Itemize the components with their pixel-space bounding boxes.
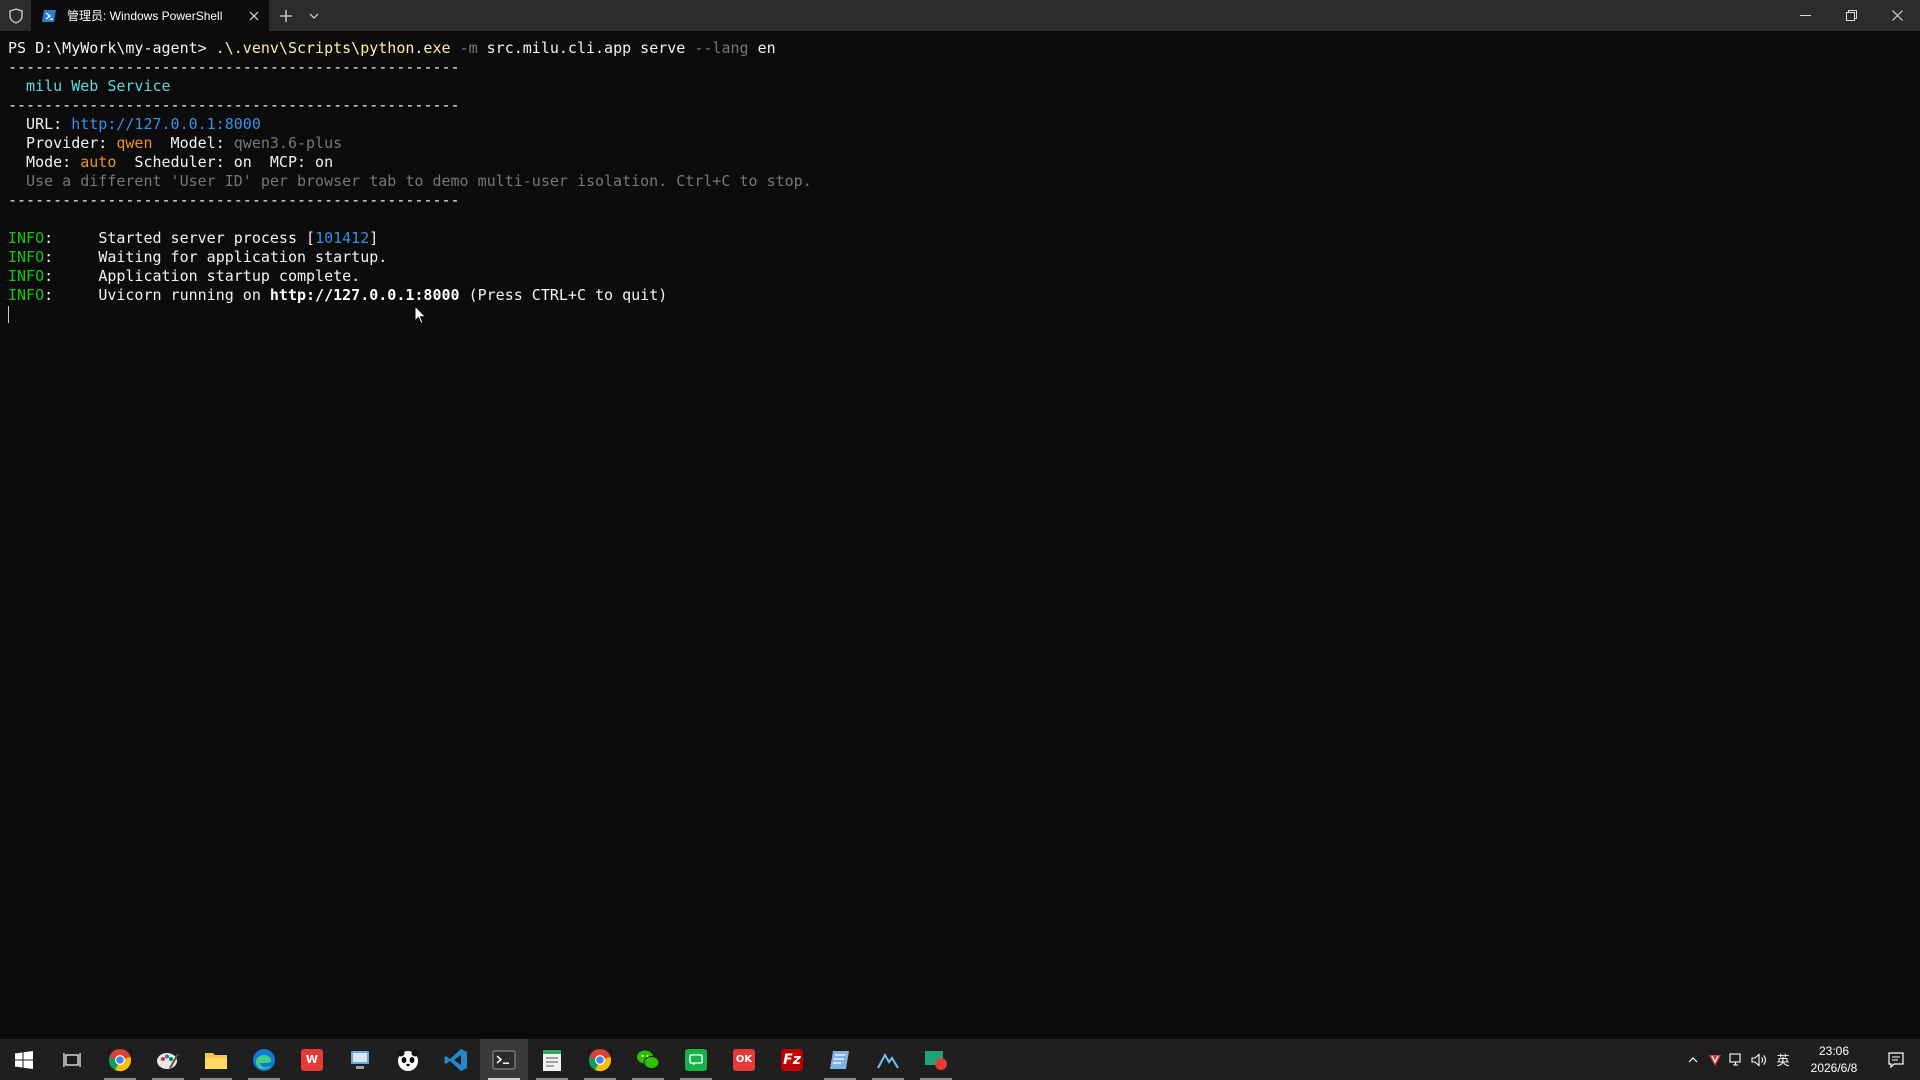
chrome-icon[interactable] — [96, 1039, 144, 1080]
log-message-end: ] — [369, 229, 379, 247]
network-icon[interactable] — [1726, 1039, 1748, 1080]
clock-time: 23:06 — [1818, 1043, 1850, 1058]
prompt: PS D:\MyWork\my-agent> — [8, 39, 216, 57]
system-tray: 英 23:06 2026/6/8 — [1682, 1039, 1920, 1080]
edge-icon[interactable] — [240, 1039, 288, 1080]
provider-label: Provider: — [8, 134, 117, 152]
log-level: INFO — [8, 229, 45, 247]
process-id: 101412 — [315, 229, 370, 247]
separator-rule: ----------------------------------------… — [8, 58, 460, 76]
input-line[interactable] — [8, 305, 1920, 324]
notification-center-icon[interactable] — [1872, 1039, 1920, 1080]
tab-dropdown-chevron-icon[interactable] — [303, 0, 325, 31]
ok-app-icon[interactable]: OK — [720, 1039, 768, 1080]
model-label: Model: — [152, 134, 234, 152]
url-label: URL: — [8, 115, 72, 133]
log-level: INFO — [8, 248, 45, 266]
command-args: src.milu.cli.app serve — [486, 39, 695, 57]
hint-line: Use a different 'User ID' per browser ta… — [8, 172, 812, 190]
terminal-output[interactable]: PS D:\MyWork\my-agent> .\.venv\Scripts\p… — [0, 31, 1920, 1039]
log-separator: : — [44, 286, 99, 304]
url-value[interactable]: http://127.0.0.1:8000 — [71, 115, 261, 133]
vscode-icon[interactable] — [432, 1039, 480, 1080]
wechat-icon[interactable] — [624, 1039, 672, 1080]
separator-rule: ----------------------------------------… — [8, 96, 460, 114]
notes-app-icon[interactable] — [816, 1039, 864, 1080]
clock-date: 2026/6/8 — [1810, 1060, 1858, 1075]
command-lang-flag: --lang — [694, 39, 749, 57]
file-explorer-icon[interactable] — [192, 1039, 240, 1080]
log-line: INFO: Uvicorn running on http://127.0.0.… — [8, 286, 1920, 305]
new-tab-button[interactable] — [269, 0, 303, 31]
tab-title: 管理员: Windows PowerShell — [67, 9, 223, 23]
log-separator: : — [44, 229, 99, 247]
title-bar: 管理员: Windows PowerShell — [0, 0, 1920, 31]
log-level: INFO — [8, 286, 45, 304]
close-window-button[interactable] — [1874, 0, 1920, 31]
log-level: INFO — [8, 267, 45, 285]
clock[interactable]: 23:06 2026/6/8 — [1796, 1043, 1872, 1077]
command-flag: -m — [450, 39, 487, 57]
mode-line: Mode: auto Scheduler: on MCP: on — [8, 153, 1920, 172]
model-value: qwen3.6-plus — [233, 134, 343, 152]
log-message: Uvicorn running on — [98, 286, 270, 304]
close-tab-icon[interactable] — [241, 3, 267, 29]
service-title: milu Web Service — [8, 77, 171, 95]
url-line: URL: http://127.0.0.1:8000 — [8, 115, 1920, 134]
admin-shield-icon — [0, 0, 31, 31]
show-hidden-icons-chevron-icon[interactable] — [1682, 1039, 1704, 1080]
log-separator: : — [44, 267, 99, 285]
notepad-icon[interactable] — [528, 1039, 576, 1080]
mouse-pointer-icon — [414, 304, 428, 330]
wps-icon[interactable]: W — [288, 1039, 336, 1080]
title-bar-drag-area[interactable] — [325, 0, 1782, 31]
task-view-icon[interactable] — [48, 1039, 96, 1080]
tab-powershell[interactable]: 管理员: Windows PowerShell — [31, 0, 269, 31]
command-line: PS D:\MyWork\my-agent> .\.venv\Scripts\p… — [8, 39, 1920, 58]
tool-app-icon[interactable] — [864, 1039, 912, 1080]
log-message-end: (Press CTRL+C to quit) — [459, 286, 668, 304]
provider-value: qwen — [116, 134, 153, 152]
log-message: Application startup complete. — [98, 267, 361, 285]
start-icon[interactable] — [0, 1039, 48, 1080]
volume-icon[interactable] — [1748, 1039, 1770, 1080]
restore-button[interactable] — [1828, 0, 1874, 31]
filezilla-icon[interactable]: Fz — [768, 1039, 816, 1080]
uvicorn-url[interactable]: http://127.0.0.1:8000 — [270, 286, 460, 304]
command-executable: .\.venv\Scripts\python.exe — [215, 39, 451, 57]
provider-line: Provider: qwen Model: qwen3.6-plus — [8, 134, 1920, 153]
scheduler-mcp-status: Scheduler: on MCP: on — [116, 153, 334, 171]
terminal-icon[interactable] — [480, 1039, 528, 1080]
command-lang-value: en — [748, 39, 776, 57]
recorder-icon[interactable] — [912, 1039, 960, 1080]
mode-label: Mode: — [8, 153, 81, 171]
minimize-button[interactable] — [1782, 0, 1828, 31]
ime-indicator[interactable]: 英 — [1770, 1039, 1796, 1080]
chrome-icon[interactable] — [576, 1039, 624, 1080]
network-app-icon[interactable] — [336, 1039, 384, 1080]
log-line: INFO: Application startup complete. — [8, 267, 1920, 286]
separator-rule: ----------------------------------------… — [8, 191, 460, 209]
paint-icon[interactable] — [144, 1039, 192, 1080]
log-line: INFO: Started server process [101412] — [8, 229, 1920, 248]
taskbar: W OK Fz 英 23:06 2026/6/8 — [0, 1039, 1920, 1080]
powershell-icon — [41, 8, 57, 24]
log-message: Waiting for application startup. — [98, 248, 388, 266]
messaging-icon[interactable] — [672, 1039, 720, 1080]
log-line: INFO: Waiting for application startup. — [8, 248, 1920, 267]
panda-app-icon[interactable] — [384, 1039, 432, 1080]
mode-value: auto — [80, 153, 117, 171]
log-message: Started server process [ — [98, 229, 316, 247]
security-tray-icon[interactable] — [1704, 1039, 1726, 1080]
text-cursor — [8, 306, 9, 323]
log-separator: : — [44, 248, 99, 266]
